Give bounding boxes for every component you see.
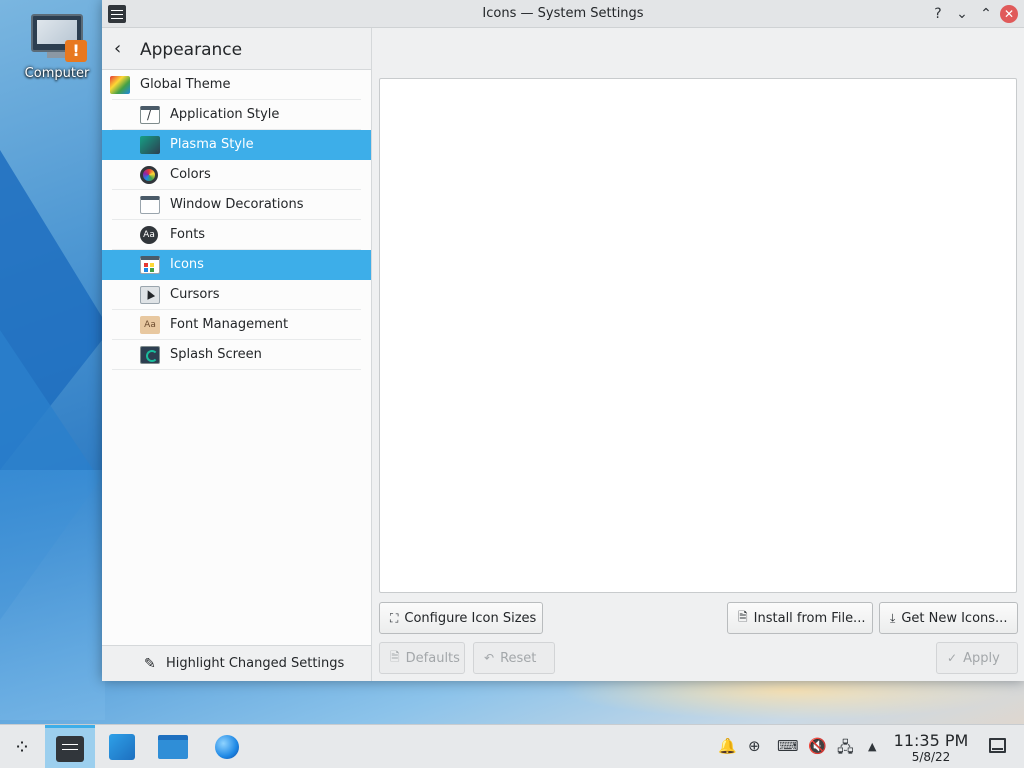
button-label: Reset <box>500 650 537 666</box>
sidebar-item-label: Application Style <box>170 107 280 122</box>
button-label: Install from File... <box>753 610 866 626</box>
button-label: Get New Icons... <box>901 610 1008 626</box>
close-button[interactable]: ✕ <box>1000 5 1018 23</box>
splash-screen-icon <box>140 346 160 364</box>
wallpaper-facet <box>0 150 110 470</box>
desktop-icon-label: Computer <box>24 66 90 81</box>
sidebar-item-label: Global Theme <box>140 77 231 92</box>
volume-muted-icon[interactable]: 🔇 <box>808 737 827 755</box>
taskbar-item-dolphin[interactable] <box>148 725 198 768</box>
document-import-icon: 🗎 <box>738 609 748 624</box>
update-icon[interactable]: ⊕ <box>748 737 761 755</box>
sidebar-item-label: Cursors <box>170 287 220 302</box>
install-from-file-button[interactable]: 🗎 Install from File... <box>727 602 873 634</box>
sidebar-item-global-theme[interactable]: Global Theme <box>102 70 371 100</box>
help-button[interactable]: ? <box>928 4 948 24</box>
desktop-icon-computer[interactable]: ! Computer <box>20 12 94 81</box>
taskbar: ⁘ 🔔 ⊕ ⌨ 🔇 🖧 ▲ 11:35 PM 5/8/22 <box>0 724 1024 768</box>
back-icon[interactable]: ‹ <box>114 38 121 59</box>
discover-icon <box>109 734 135 760</box>
window-title: Icons — System Settings <box>482 6 644 21</box>
taskbar-item-browser[interactable] <box>202 725 252 768</box>
network-icon[interactable]: 🖧 <box>837 737 854 762</box>
button-label: Configure Icon Sizes <box>404 610 537 626</box>
sidebar-item-splash-screen[interactable]: Splash Screen <box>102 340 371 370</box>
system-settings-window: Icons — System Settings ? ⌄ ⌃ ✕ ‹ Appear… <box>102 0 1024 681</box>
window-decorations-icon <box>140 196 160 214</box>
wallpaper-facet <box>0 470 105 720</box>
undo-icon: ↶ <box>484 651 495 665</box>
application-style-icon <box>140 106 160 124</box>
sidebar-item-font-management[interactable]: Aa Font Management <box>102 310 371 340</box>
wallpaper-facet <box>0 330 100 620</box>
sidebar-item-label: Window Decorations <box>170 197 304 212</box>
reset-button[interactable]: ↶ Reset <box>473 642 555 674</box>
expand-tray-icon[interactable]: ▲ <box>868 740 876 753</box>
clock-time: 11:35 PM <box>893 731 969 750</box>
web-browser-icon <box>215 735 239 759</box>
highlight-changed-settings-button[interactable]: ✎ Highlight Changed Settings <box>102 645 371 681</box>
resize-icon: ⛶ <box>390 610 399 625</box>
checkmark-icon: ✓ <box>947 651 958 665</box>
defaults-button[interactable]: 🗎 Defaults <box>379 642 465 674</box>
title-bar[interactable]: Icons — System Settings ? ⌄ ⌃ ✕ <box>102 0 1024 28</box>
taskbar-item-system-settings[interactable] <box>45 725 95 768</box>
global-theme-icon <box>110 76 130 94</box>
clock-date: 5/8/22 <box>911 750 951 764</box>
font-management-icon: Aa <box>140 316 160 334</box>
show-desktop-icon[interactable] <box>989 738 1006 753</box>
icons-icon <box>140 256 160 274</box>
pen-icon: ✎ <box>144 656 156 672</box>
sidebar-item-application-style[interactable]: Application Style <box>102 100 371 130</box>
computer-warning-icon: ! <box>29 12 87 62</box>
get-new-icons-button[interactable]: ⤓ Get New Icons... <box>879 602 1018 634</box>
dolphin-files-icon <box>158 735 188 759</box>
highlight-changed-settings-label: Highlight Changed Settings <box>166 656 345 671</box>
fonts-icon: Aa <box>140 226 158 244</box>
sidebar-list: Global Theme Application Style Plasma St… <box>102 70 371 370</box>
download-icon: ⤓ <box>890 610 896 625</box>
sidebar-item-label: Icons <box>170 257 204 272</box>
document-defaults-icon: 🗎 <box>390 649 400 664</box>
sidebar-item-label: Colors <box>170 167 211 182</box>
application-launcher-icon[interactable]: ⁘ <box>0 725 44 768</box>
taskbar-item-discover[interactable] <box>97 725 147 768</box>
icons-page: ⛶ Configure Icon Sizes 🗎 Install from Fi… <box>373 28 1024 681</box>
icon-theme-list[interactable] <box>379 78 1017 593</box>
sidebar-item-window-decorations[interactable]: Window Decorations <box>102 190 371 220</box>
sidebar-item-icons[interactable]: Icons <box>102 250 371 280</box>
configure-icon-sizes-button[interactable]: ⛶ Configure Icon Sizes <box>379 602 543 634</box>
sidebar-item-plasma-style[interactable]: Plasma Style <box>102 130 371 160</box>
sidebar-item-label: Font Management <box>170 317 289 332</box>
sidebar-item-label: Plasma Style <box>170 137 254 152</box>
sidebar-item-fonts[interactable]: Aa Fonts <box>102 220 371 250</box>
maximize-button[interactable]: ⌃ <box>976 4 996 24</box>
colors-icon <box>140 166 158 184</box>
button-label: Apply <box>963 650 1000 666</box>
system-settings-icon <box>56 735 84 762</box>
notifications-icon[interactable]: 🔔 <box>718 737 737 755</box>
button-label: Defaults <box>405 650 460 666</box>
cursors-icon <box>140 286 160 304</box>
sidebar-header: ‹ Appearance <box>102 28 371 70</box>
plasma-style-icon <box>140 136 160 154</box>
digital-clock[interactable]: 11:35 PM 5/8/22 <box>890 731 972 764</box>
apply-button[interactable]: ✓ Apply <box>936 642 1018 674</box>
sidebar-item-cursors[interactable]: Cursors <box>102 280 371 310</box>
keyboard-icon[interactable]: ⌨ <box>777 737 799 755</box>
sidebar-item-label: Fonts <box>170 227 206 242</box>
sidebar-heading: Appearance <box>140 40 243 60</box>
minimize-button[interactable]: ⌄ <box>952 4 972 24</box>
sidebar-item-colors[interactable]: Colors <box>102 160 371 190</box>
sidebar: ‹ Appearance Global Theme Application St… <box>102 28 372 681</box>
sidebar-item-label: Splash Screen <box>170 347 262 362</box>
